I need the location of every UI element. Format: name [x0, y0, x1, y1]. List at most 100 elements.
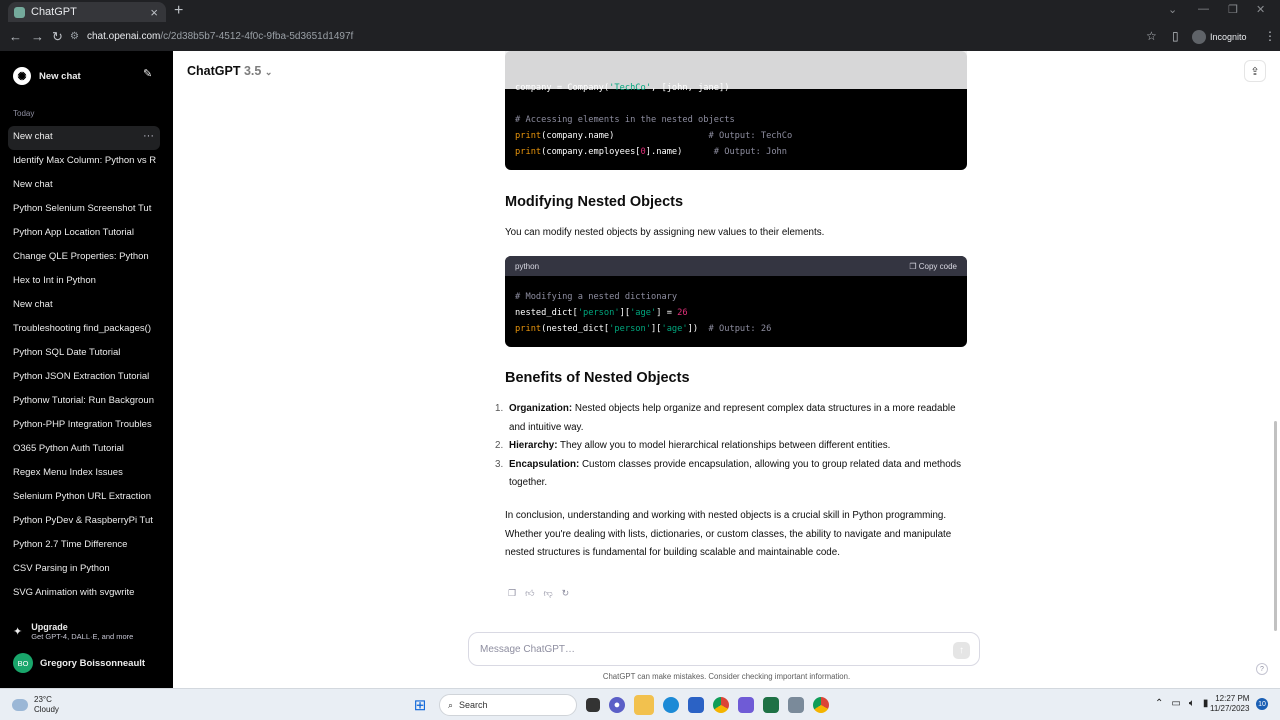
sidebar-chat-item[interactable]: Pythonw Tutorial: Run Backgroun: [8, 390, 160, 414]
excel-icon[interactable]: [763, 697, 779, 713]
browser-menu-icon[interactable]: ⋮: [1264, 29, 1276, 43]
sidebar-chat-item[interactable]: Python JSON Extraction Tutorial: [8, 366, 160, 390]
section-label-today: Today: [13, 109, 35, 118]
code-line: company = Company('TechCo', [john, jane]…: [515, 83, 730, 93]
thumbs-up-icon[interactable]: 👍︎: [525, 588, 534, 599]
minimize-icon[interactable]: —: [1198, 3, 1209, 15]
code-language: python: [515, 261, 540, 271]
edge-icon[interactable]: [663, 697, 679, 713]
clipboard-icon: ❐: [909, 261, 919, 271]
network-icon[interactable]: ▭: [1171, 698, 1180, 709]
sidebar-chat-item[interactable]: Identify Max Column: Python vs R: [8, 150, 160, 174]
taskbar-search[interactable]: ⌕ Search: [439, 694, 577, 716]
sidebar-chat-item[interactable]: Hex to Int in Python: [8, 270, 160, 294]
sidebar-chat-item[interactable]: Selenium Python URL Extraction: [8, 486, 160, 510]
thumbs-down-icon[interactable]: 👎︎: [543, 588, 552, 599]
tab-title: ChatGPT: [31, 6, 77, 18]
incognito-indicator[interactable]: Incognito: [1192, 30, 1247, 44]
share-icon[interactable]: ⇪: [1244, 60, 1266, 82]
store-icon[interactable]: [688, 697, 704, 713]
site-info-icon[interactable]: ⚙: [70, 31, 79, 42]
disclaimer: ChatGPT can make mistakes. Consider chec…: [602, 672, 851, 681]
chat-history-list: New chat ··· Identify Max Column: Python …: [8, 126, 160, 606]
paragraph: You can modify nested objects by assigni…: [505, 227, 825, 238]
user-menu[interactable]: BO Gregory Boissonneault: [13, 653, 145, 673]
bookmark-star-icon[interactable]: ☆: [1146, 29, 1157, 43]
chrome-icon[interactable]: [713, 697, 729, 713]
copy-code-button[interactable]: ❐ Copy code: [909, 262, 957, 271]
sidebar-chat-item[interactable]: Python Selenium Screenshot Tut: [8, 198, 160, 222]
copy-icon[interactable]: ❐: [508, 588, 516, 599]
sidebar-chat-label: SVG Animation with svgwrite: [13, 587, 135, 598]
new-chat-label: New chat: [39, 70, 81, 82]
sparkle-icon: ✦: [13, 626, 23, 638]
cloudy-icon: [12, 699, 28, 711]
maximize-icon[interactable]: ❐: [1228, 3, 1238, 16]
sidebar-chat-item[interactable]: Python App Location Tutorial: [8, 222, 160, 246]
avatar: BO: [13, 653, 33, 673]
app-icon[interactable]: [738, 697, 754, 713]
battery-icon[interactable]: ▮: [1203, 698, 1209, 709]
back-icon[interactable]: ←: [9, 29, 22, 44]
file-explorer-icon[interactable]: [634, 695, 654, 715]
sidebar-chat-item[interactable]: Change QLE Properties: Python: [8, 246, 160, 270]
sidebar-chat-item[interactable]: New chat: [8, 294, 160, 318]
model-selector[interactable]: ChatGPT 3.5 ⌄: [187, 64, 272, 78]
help-icon[interactable]: ?: [1256, 663, 1268, 675]
sidebar-chat-item[interactable]: Python 2.7 Time Difference: [8, 534, 160, 558]
sidebar-chat-label: Troubleshooting find_packages(): [13, 323, 152, 334]
chevron-up-icon[interactable]: ⌃: [1155, 698, 1163, 709]
system-tray: ⌃ ▭ 🔈︎ ▮: [1155, 698, 1208, 709]
send-icon[interactable]: ↑: [953, 642, 970, 659]
windows-start-icon[interactable]: ⊞: [410, 695, 430, 715]
openai-logo-icon: ✺: [13, 67, 31, 85]
clock[interactable]: 12:27 PM 11/27/2023: [1210, 694, 1249, 714]
sidebar-chat-item[interactable]: Python-PHP Integration Troubles: [8, 414, 160, 438]
sidebar-chat-item[interactable]: New chat ···: [8, 126, 160, 150]
task-view-icon[interactable]: [586, 698, 600, 712]
new-chat-button[interactable]: ✺ New chat: [13, 67, 81, 85]
close-tab-icon[interactable]: ×: [150, 5, 158, 20]
sidebar-chat-item[interactable]: SVG Animation with svgwrite: [8, 582, 160, 606]
code-header: python ❐ Copy code: [505, 256, 967, 276]
message-input[interactable]: Message ChatGPT… ↑: [468, 632, 980, 666]
app-icon[interactable]: [788, 697, 804, 713]
windows-taskbar: 23°C Cloudy ⊞ ⌕ Search ● ⌃ ▭ 🔈︎ ▮ 12:27 PM…: [0, 688, 1280, 720]
chrome-incognito-icon[interactable]: [813, 697, 829, 713]
volume-icon[interactable]: 🔈︎: [1189, 698, 1195, 709]
compose-icon[interactable]: ✎: [143, 67, 152, 80]
sidebar-chat-item[interactable]: New chat: [8, 174, 160, 198]
browser-tab[interactable]: ChatGPT ×: [8, 2, 166, 22]
notification-badge[interactable]: 10: [1256, 698, 1268, 710]
scrollbar[interactable]: [1274, 421, 1277, 631]
close-window-icon[interactable]: ✕: [1256, 3, 1265, 16]
code-line: # Accessing elements in the nested objec…: [515, 115, 735, 125]
sidebar-chat-item[interactable]: Python SQL Date Tutorial: [8, 342, 160, 366]
address-bar[interactable]: ⚙ chat.openai.com/c/2d38b5b7-4512-4f0c-9…: [70, 25, 1170, 47]
regenerate-icon[interactable]: ↻: [562, 588, 570, 599]
sidebar-chat-item[interactable]: Troubleshooting find_packages(): [8, 318, 160, 342]
sidebar-chat-label: Python JSON Extraction Tutorial: [13, 371, 150, 382]
chat-icon[interactable]: ●: [609, 697, 625, 713]
reload-icon[interactable]: ↻: [52, 29, 63, 45]
code-block: python ❐ Copy code # Modifying a nested …: [505, 256, 967, 347]
upgrade-subtitle: Get GPT-4, DALL·E, and more: [31, 632, 134, 641]
sidebar-chat-label: Python SQL Date Tutorial: [13, 347, 121, 358]
sidebar-chat-item[interactable]: Python PyDev & RaspberryPi Tut: [8, 510, 160, 534]
sidebar-chat-label: Python-PHP Integration Troubles: [13, 419, 152, 430]
chat-main: ChatGPT 3.5 ⌄ ⇪ company = Company('TechC…: [173, 51, 1280, 688]
sidebar-chat-item[interactable]: CSV Parsing in Python: [8, 558, 160, 582]
section-heading: Benefits of Nested Objects: [505, 370, 690, 386]
sidebar-chat-label: Selenium Python URL Extraction: [13, 491, 151, 502]
sidebar-chat-label: Identify Max Column: Python vs R: [13, 155, 157, 166]
new-tab-icon[interactable]: +: [174, 2, 183, 20]
chevron-down-icon[interactable]: ⌄: [1168, 3, 1177, 16]
side-panel-icon[interactable]: ▯: [1172, 29, 1179, 43]
sidebar-chat-item[interactable]: Regex Menu Index Issues: [8, 462, 160, 486]
more-options-icon[interactable]: ···: [143, 130, 154, 142]
model-version: 3.5: [243, 64, 262, 78]
upgrade-button[interactable]: ✦ Upgrade Get GPT-4, DALL·E, and more: [13, 622, 133, 641]
sidebar-chat-item[interactable]: O365 Python Auth Tutorial: [8, 438, 160, 462]
weather-widget[interactable]: 23°C Cloudy: [12, 695, 59, 715]
forward-icon[interactable]: →: [31, 29, 44, 44]
